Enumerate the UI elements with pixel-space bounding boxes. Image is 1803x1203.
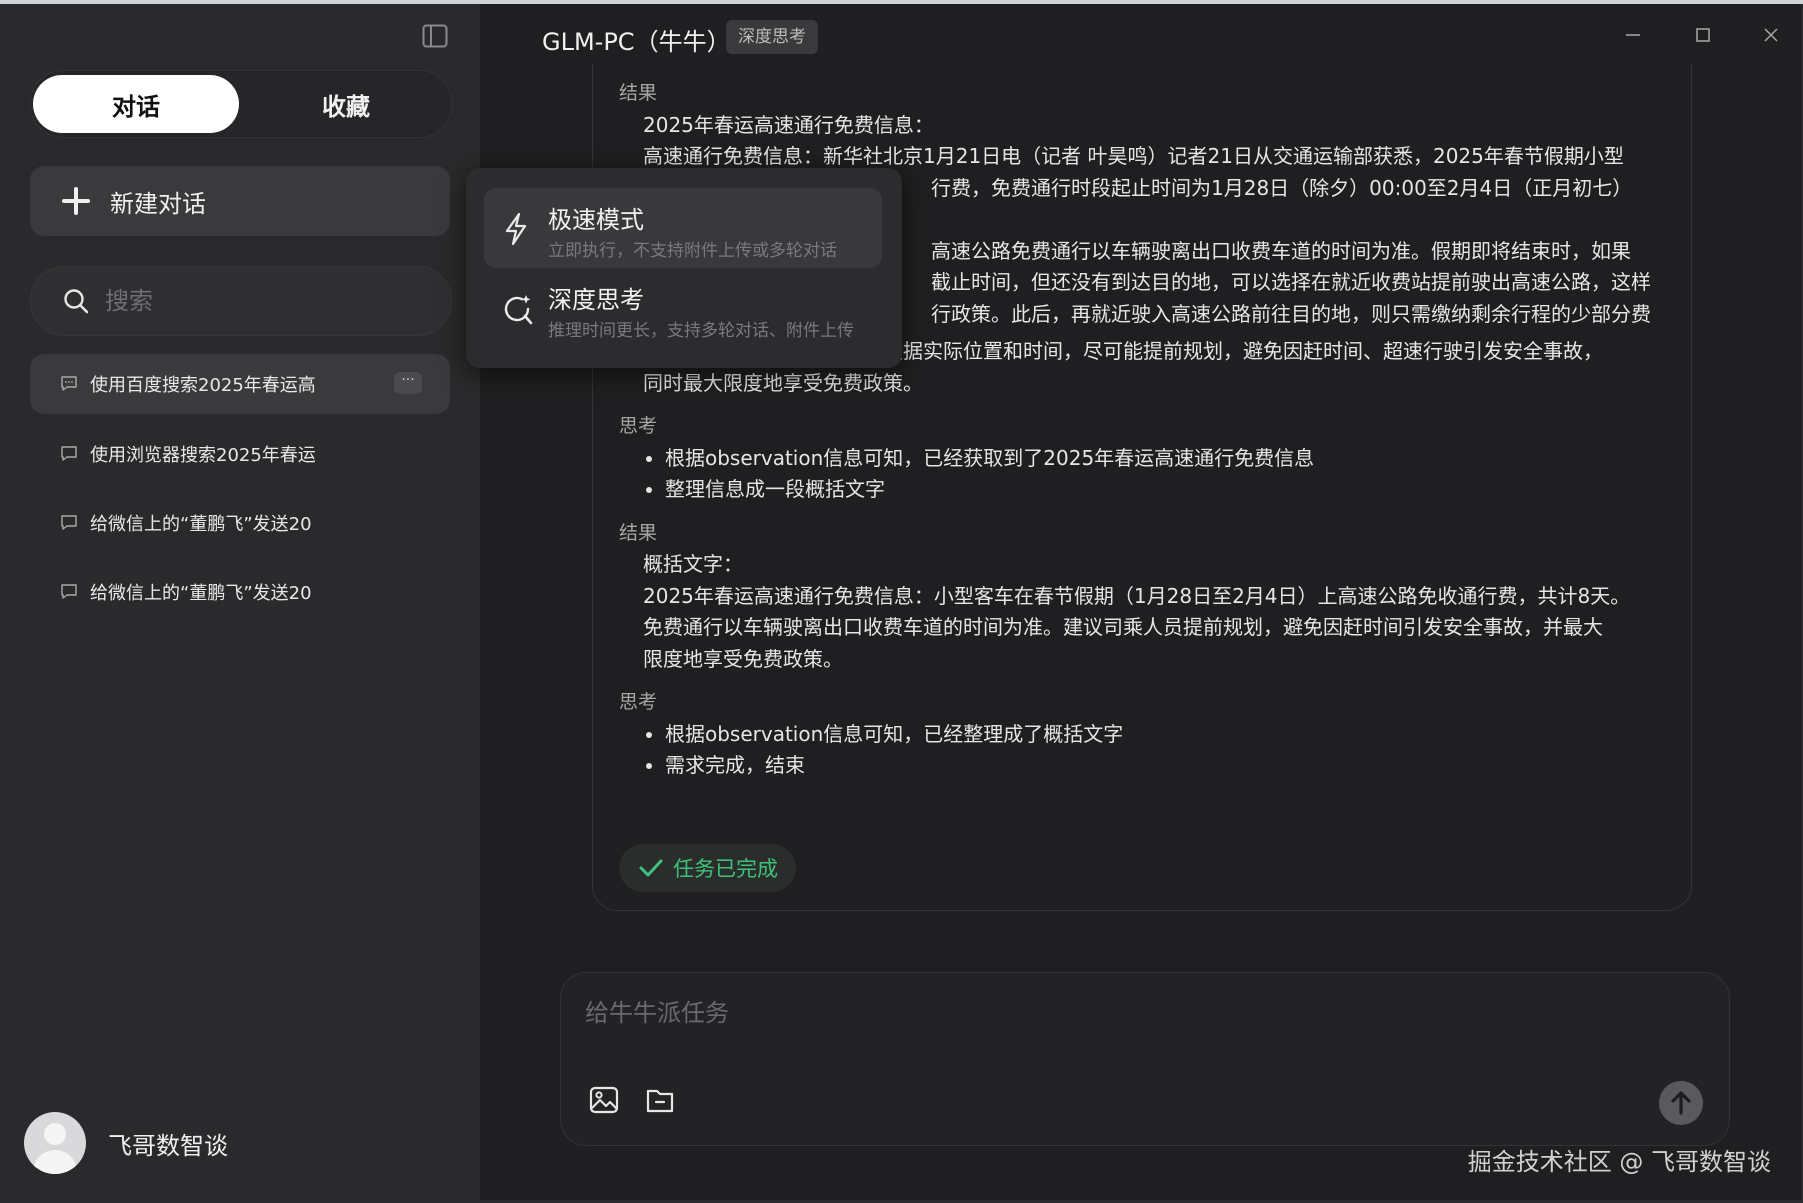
mode-option-subtitle: 推理时间更长，支持多轮对话、附件上传 <box>548 321 854 341</box>
user-name: 飞哥数智谈 <box>108 1131 228 1160</box>
search-icon <box>64 289 89 314</box>
plus-icon <box>62 187 90 215</box>
more-options-button[interactable]: ··· <box>394 372 422 394</box>
chat-bubble-icon <box>61 376 77 391</box>
result-line: 概括文字： <box>643 552 743 576</box>
maximize-icon[interactable] <box>1694 26 1712 44</box>
result-heading: 结果 <box>619 82 658 104</box>
mode-option-title: 深度思考 <box>548 286 644 314</box>
conversation-item[interactable]: 给微信上的“董鹏飞”发送20 <box>30 562 450 622</box>
conversation-item[interactable]: 使用浏览器搜索2025年春运 <box>30 424 450 484</box>
conversation-item[interactable]: 给微信上的“董鹏飞”发送20 <box>30 493 450 553</box>
title-bar: GLM-PC（牛牛） 深度思考 <box>480 4 1801 68</box>
mode-option-fast[interactable]: 极速模式 立即执行，不支持附件上传或多轮对话 <box>484 188 882 268</box>
tab-conversations[interactable]: 对话 <box>33 75 239 133</box>
check-icon <box>639 859 663 877</box>
watermark: 掘金技术社区 @ 飞哥数智谈 <box>1467 1148 1771 1176</box>
think-heading: 思考 <box>619 691 658 713</box>
chat-bubble-icon <box>61 584 77 599</box>
new-chat-button[interactable]: 新建对话 <box>30 166 450 236</box>
result-heading: 结果 <box>619 521 658 544</box>
composer <box>560 972 1730 1146</box>
list-item: 整理信息成一段概括文字 <box>665 474 1679 506</box>
conversation-title: 使用浏览器搜索2025年春运 <box>90 445 316 466</box>
conversation-title: 给微信上的“董鹏飞”发送20 <box>90 583 312 604</box>
avatar <box>24 1112 86 1174</box>
mode-option-subtitle: 立即执行，不支持附件上传或多轮对话 <box>548 241 837 261</box>
task-input[interactable] <box>583 991 1687 1055</box>
new-chat-label: 新建对话 <box>110 189 206 218</box>
chat-bubble-icon <box>61 446 77 461</box>
send-button[interactable] <box>1659 1081 1703 1125</box>
app-window: 对话 收藏 新建对话 使用百度搜索2025年春运高 ··· 使用浏览器搜索202… <box>2 4 1801 1200</box>
list-item: 根据observation信息可知，已经整理成了概括文字 <box>665 719 1679 751</box>
minimize-icon[interactable] <box>1624 26 1642 44</box>
result-line: 同时最大限度地享受免费政策。 <box>643 370 923 395</box>
think-heading: 思考 <box>619 415 658 437</box>
chat-bubble-icon <box>61 515 77 530</box>
conversation-title: 使用百度搜索2025年春运高 <box>90 375 316 396</box>
result-line: 限度地享受免费政策。 <box>643 646 843 671</box>
mode-option-title: 极速模式 <box>548 206 644 234</box>
list-item: 需求完成，结束 <box>665 750 1679 782</box>
result-line: 2025年春运高速通行免费信息： <box>643 112 934 137</box>
close-icon[interactable] <box>1762 26 1780 44</box>
app-title: GLM-PC（牛牛） <box>542 28 731 56</box>
deep-think-icon <box>504 295 533 325</box>
image-upload-icon[interactable] <box>589 1085 619 1115</box>
conversation-title: 给微信上的“董鹏飞”发送20 <box>90 514 312 535</box>
user-profile[interactable]: 飞哥数智谈 <box>24 1112 228 1174</box>
mode-menu: 极速模式 立即执行，不支持附件上传或多轮对话 深度思考 推理时间更长，支持多轮对… <box>466 168 902 368</box>
search-box <box>30 266 452 336</box>
result-line: 2025年春运高速通行免费信息：小型客车在春节假期（1月28日至2月4日）上高速… <box>643 583 1631 608</box>
task-complete-text: 任务已完成 <box>673 857 778 881</box>
conversation-item[interactable]: 使用百度搜索2025年春运高 ··· <box>30 354 450 414</box>
arrow-up-icon <box>1671 1091 1691 1115</box>
sidebar-tabs: 对话 收藏 <box>30 70 452 138</box>
list-item: 根据observation信息可知，已经获取到了2025年春运高速通行免费信息 <box>665 443 1679 475</box>
mode-option-deep[interactable]: 深度思考 推理时间更长，支持多轮对话、附件上传 <box>484 268 882 348</box>
sidebar: 对话 收藏 新建对话 使用百度搜索2025年春运高 ··· 使用浏览器搜索202… <box>2 4 480 1200</box>
lightning-icon <box>505 212 527 246</box>
think-list: 根据observation信息可知，已经获取到了2025年春运高速通行免费信息 … <box>619 443 1679 506</box>
mode-badge[interactable]: 深度思考 <box>726 20 818 54</box>
result-line: 免费通行以车辆驶离出口收费车道的时间为准。建议司乘人员提前规划，避免因赶时间引发… <box>643 615 1603 639</box>
think-list: 根据observation信息可知，已经整理成了概括文字 需求完成，结束 <box>619 719 1679 782</box>
task-complete-badge: 任务已完成 <box>619 844 796 892</box>
search-input[interactable] <box>103 286 407 316</box>
sidebar-toggle-icon[interactable] <box>422 24 448 48</box>
folder-upload-icon[interactable] <box>645 1085 675 1115</box>
tab-favorites[interactable]: 收藏 <box>243 75 449 133</box>
